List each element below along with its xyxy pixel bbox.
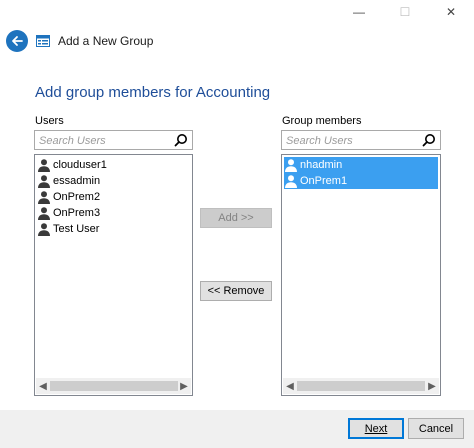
add-button[interactable]: Add >>	[200, 208, 272, 228]
cancel-button[interactable]: Cancel	[408, 418, 464, 439]
members-search-input[interactable]	[282, 132, 406, 150]
cancel-button-label: Cancel	[418, 422, 454, 435]
list-item[interactable]: OnPrem2	[37, 189, 190, 205]
list-item[interactable]: OnPrem3	[37, 205, 190, 221]
scroll-right-icon[interactable]: ▶	[425, 381, 439, 392]
close-button[interactable]: ✕	[428, 0, 474, 24]
list-item[interactable]: essadmin	[37, 173, 190, 189]
page-title: Add group members for Accounting	[35, 84, 271, 101]
group-window-icon	[36, 35, 50, 47]
users-horizontal-scrollbar[interactable]: ◀ ▶	[36, 378, 191, 394]
maximize-icon: ☐	[399, 5, 411, 19]
back-button[interactable]	[6, 30, 28, 52]
scrollbar-thumb[interactable]	[297, 381, 425, 391]
minimize-icon: —	[353, 5, 365, 19]
list-item-label: OnPrem2	[53, 191, 101, 203]
back-arrow-icon	[12, 36, 23, 46]
user-icon	[37, 222, 51, 236]
list-item-label: essadmin	[53, 175, 101, 187]
footer-bar: Next Cancel	[0, 410, 474, 448]
remove-button[interactable]: << Remove	[200, 281, 272, 301]
app-header: Add a New Group	[6, 28, 153, 54]
window-controls: — ☐ ✕	[336, 0, 474, 24]
user-icon	[37, 174, 51, 188]
next-button-label: Next	[364, 422, 388, 435]
user-icon	[284, 174, 298, 188]
members-listbox[interactable]: nhadmin OnPrem1 ◀ ▶	[281, 154, 441, 396]
members-list: nhadmin OnPrem1	[284, 157, 438, 189]
members-search-box	[281, 130, 441, 150]
scroll-left-icon[interactable]: ◀	[36, 381, 50, 392]
scroll-left-icon[interactable]: ◀	[283, 381, 297, 392]
users-search-box	[34, 130, 193, 150]
scroll-right-icon[interactable]: ▶	[177, 381, 191, 392]
scrollbar-thumb[interactable]	[50, 381, 178, 391]
window-title: Add a New Group	[58, 34, 154, 48]
list-item-label: clouduser1	[53, 159, 107, 171]
list-item[interactable]: Test User	[37, 221, 190, 237]
list-item-label: nhadmin	[300, 159, 343, 171]
minimize-button[interactable]: —	[336, 0, 382, 24]
users-search-input[interactable]	[35, 132, 159, 150]
remove-button-label: << Remove	[207, 285, 265, 297]
user-icon	[37, 190, 51, 204]
group-members-label: Group members	[282, 115, 362, 127]
user-icon	[37, 158, 51, 172]
users-label: Users	[35, 115, 64, 127]
users-listbox[interactable]: clouduser1 essadmin OnPrem2 OnPrem3 Test Use…	[34, 154, 193, 396]
search-icon[interactable]	[422, 133, 436, 147]
search-icon[interactable]	[174, 133, 188, 147]
close-icon: ✕	[445, 5, 457, 19]
users-list: clouduser1 essadmin OnPrem2 OnPrem3 Test Use…	[37, 157, 190, 237]
list-item-label: OnPrem1	[300, 175, 348, 187]
maximize-button[interactable]: ☐	[382, 0, 428, 24]
members-horizontal-scrollbar[interactable]: ◀ ▶	[283, 378, 439, 394]
next-button[interactable]: Next	[348, 418, 404, 439]
add-button-label: Add >>	[218, 212, 254, 224]
list-item[interactable]: OnPrem1	[284, 173, 438, 189]
list-item[interactable]: nhadmin	[284, 157, 438, 173]
list-item-label: OnPrem3	[53, 207, 101, 219]
user-icon	[284, 158, 298, 172]
list-item[interactable]: clouduser1	[37, 157, 190, 173]
list-item-label: Test User	[53, 223, 100, 235]
user-icon	[37, 206, 51, 220]
